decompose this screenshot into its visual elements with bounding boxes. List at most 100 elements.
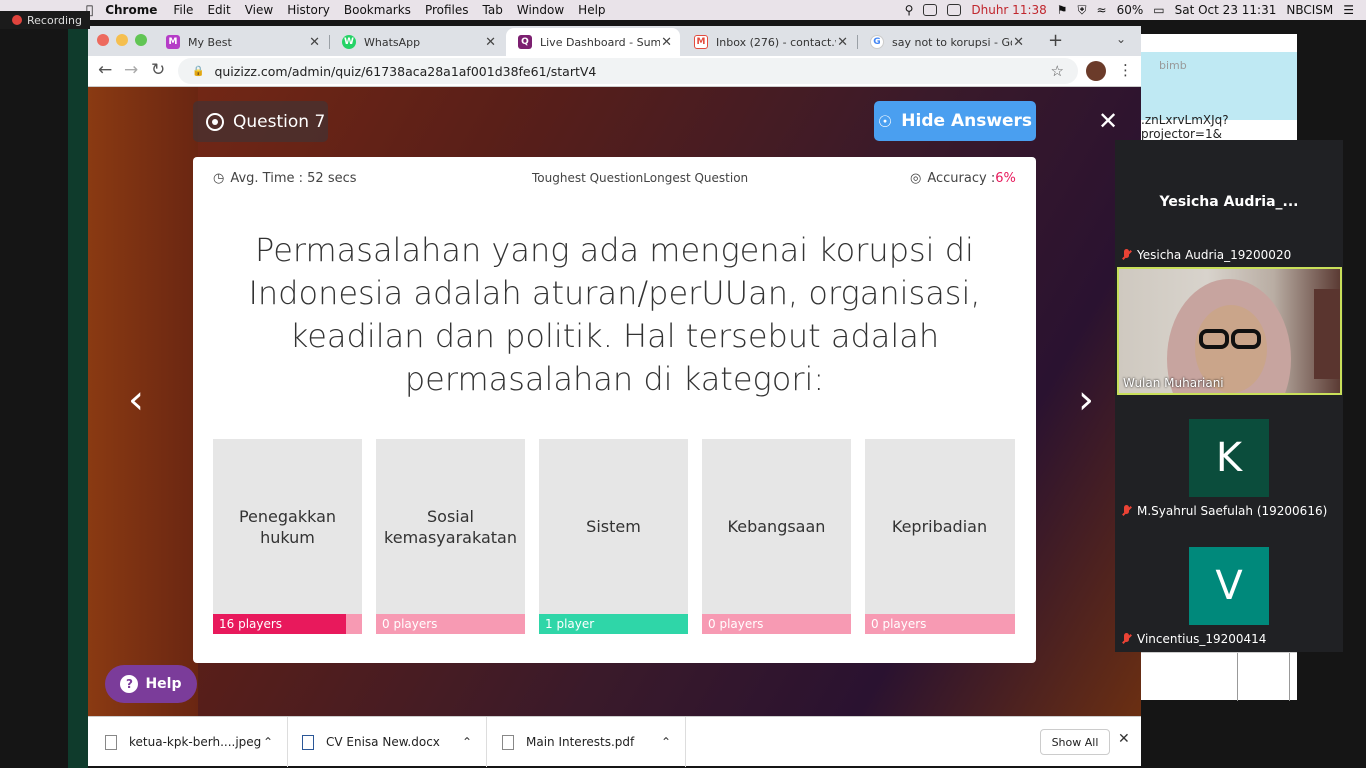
tab-close-icon[interactable]: ✕ — [1013, 35, 1024, 50]
google-favicon-icon: G — [870, 35, 884, 49]
quizizz-page: Question 7 ☉ Hide Answers ✕ ‹ › ◷ Avg. Tim… — [88, 87, 1141, 716]
battery-icon: ▭ — [1153, 3, 1165, 17]
back-icon[interactable]: ← — [98, 60, 112, 80]
bookmark-star-icon[interactable]: ☆ — [1051, 62, 1064, 80]
tab-close-icon[interactable]: ✕ — [837, 35, 848, 50]
menu-bookmarks[interactable]: Bookmarks — [344, 3, 411, 17]
zoom-window-button[interactable] — [135, 34, 147, 46]
close-icon[interactable]: ✕ — [1098, 107, 1118, 135]
chrome-window: M My Best ✕ W WhatsApp ✕ Q Live Dashboard - S… — [88, 26, 1141, 767]
tab-google-search[interactable]: Gsay not to korupsi - Goo ✕ — [858, 28, 1032, 56]
menu-edit[interactable]: Edit — [207, 3, 230, 17]
spotlight-icon[interactable]: ⚲ — [905, 3, 914, 17]
profile-avatar[interactable] — [1086, 61, 1106, 81]
clock[interactable]: Sat Oct 23 11:31 — [1175, 3, 1277, 17]
response-bar: 1 player — [539, 614, 688, 634]
avg-time: ◷ Avg. Time : 52 secs — [213, 171, 357, 186]
participant-avatar[interactable]: K — [1189, 419, 1269, 497]
chevron-up-icon[interactable]: ⌃ — [263, 735, 273, 749]
mic-off-icon — [1121, 249, 1131, 261]
help-button[interactable]: ? Help — [105, 665, 197, 703]
download-item[interactable]: ketua-kpk-berh....jpeg ⌃ — [88, 717, 288, 767]
menubar-status-area: ⚲ Dhuhr 11:38 ⚑ ⛨ ≈ 60% ▭ Sat Oct 23 11:… — [905, 0, 1354, 20]
tab-close-icon[interactable]: ✕ — [485, 35, 496, 50]
option-label: Sistem — [586, 517, 641, 536]
tab-favicon-icon: W — [342, 35, 356, 49]
chevron-up-icon[interactable]: ⌃ — [462, 735, 472, 749]
forward-icon[interactable]: → — [124, 60, 138, 80]
participant-name: Wulan Muhariani — [1123, 376, 1224, 390]
answer-option: Penegakkan hukum 16 players — [213, 439, 362, 634]
tab-title: Inbox (276) - contact.wu — [716, 35, 836, 49]
hide-answers-label: Hide Answers — [901, 111, 1033, 131]
downloads-bar: ketua-kpk-berh....jpeg ⌃ CV Enisa New.doc… — [88, 716, 1141, 767]
background-url-fragment: .znLxrvLmXJq?projector=1& — [1141, 113, 1229, 141]
answer-option: Sosial kemasyarakatan 0 players — [376, 439, 525, 634]
control-center-icon[interactable]: ☰ — [1343, 3, 1354, 17]
next-question-chevron-icon[interactable]: › — [1078, 377, 1094, 423]
lock-icon[interactable]: 🔒 — [192, 66, 204, 77]
tab-live-dashboard[interactable]: Q Live Dashboard - Summa✕ — [506, 28, 680, 56]
status-app-icon-2[interactable] — [947, 4, 962, 16]
user-menu[interactable]: NBCISM — [1286, 3, 1333, 17]
answer-option: Sistem 1 player — [539, 439, 688, 634]
menu-window[interactable]: Window — [517, 3, 564, 17]
participant-name: Vincentius_19200414 — [1137, 632, 1267, 646]
menu-view[interactable]: View — [245, 3, 273, 17]
menu-help[interactable]: Help — [578, 3, 605, 17]
reload-icon[interactable]: ↻ — [151, 60, 165, 80]
new-tab-button[interactable]: + — [1048, 30, 1063, 51]
close-downloads-icon[interactable]: ✕ — [1118, 731, 1130, 747]
background-window-bottom — [1141, 652, 1297, 701]
previous-question-chevron-icon[interactable]: ‹ — [128, 377, 144, 423]
accuracy-target-icon: ◎ — [910, 171, 922, 186]
response-bar: 0 players — [865, 614, 1015, 634]
menu-file[interactable]: File — [173, 3, 193, 17]
participant-label: M.Syahrul Saefulah (19200616) — [1121, 504, 1327, 518]
participant-video-tile[interactable]: Wulan Muhariani — [1117, 267, 1342, 395]
question-number: Question 7 — [233, 111, 326, 132]
battery-level[interactable]: 60% — [1117, 3, 1144, 17]
status-app-icon[interactable] — [923, 4, 938, 16]
mic-off-icon — [1121, 633, 1131, 645]
notification-icon[interactable]: ⚑ — [1057, 3, 1068, 17]
option-label: Kebangsaan — [727, 517, 826, 536]
download-name: Main Interests.pdf — [526, 735, 635, 749]
chevron-up-icon[interactable]: ⌃ — [661, 735, 671, 749]
tab-title: say not to korupsi - Goo — [892, 35, 1012, 49]
tab-close-icon[interactable]: ✕ — [309, 35, 320, 50]
tab-search-chevron-icon[interactable]: ⌄ — [1116, 32, 1126, 46]
shield-icon[interactable]: ⛨ — [1078, 3, 1087, 18]
tab-inbox[interactable]: M Inbox (276) - contact.wu✕ — [682, 28, 856, 56]
participant-avatar[interactable]: V — [1189, 547, 1269, 625]
menu-history[interactable]: History — [287, 3, 330, 17]
meet-participants-panel: Yesicha Audria_... Yesicha Audria_192000… — [1115, 140, 1343, 652]
address-bar[interactable]: 🔒 quizizz.com/admin/quiz/61738aca28a1af0… — [178, 58, 1078, 84]
show-all-button[interactable]: Show All — [1040, 729, 1110, 755]
accuracy-label: Accuracy : — [927, 171, 996, 186]
avg-time-text: Avg. Time : 52 secs — [230, 171, 357, 186]
tab-favicon-icon: M — [166, 35, 180, 49]
question-tags: Toughest QuestionLongest Question — [532, 171, 749, 185]
pdf-file-icon — [502, 734, 514, 750]
tab-whatsapp[interactable]: W WhatsApp ✕ — [330, 28, 504, 56]
wifi-icon[interactable]: ≈ — [1097, 3, 1107, 17]
menu-tab[interactable]: Tab — [483, 3, 503, 17]
download-item[interactable]: CV Enisa New.docx ⌃ — [288, 717, 487, 767]
accuracy-value: 6% — [995, 171, 1016, 186]
download-item[interactable]: Main Interests.pdf ⌃ — [487, 717, 686, 767]
close-window-button[interactable] — [97, 34, 109, 46]
participant-label: Vincentius_19200414 — [1121, 632, 1266, 646]
response-count: 0 players — [871, 617, 927, 631]
menu-profiles[interactable]: Profiles — [425, 3, 469, 17]
app-menu-chrome[interactable]: Chrome — [105, 3, 157, 17]
kebab-menu-icon[interactable]: ⋮ — [1118, 61, 1133, 79]
download-name: CV Enisa New.docx — [326, 735, 440, 749]
minimize-window-button[interactable] — [116, 34, 128, 46]
tab-close-icon[interactable]: ✕ — [661, 35, 672, 50]
question-number-pill: Question 7 — [193, 101, 328, 142]
hide-answers-button[interactable]: ☉ Hide Answers — [874, 101, 1036, 141]
url-text[interactable]: quizizz.com/admin/quiz/61738aca28a1af001… — [214, 64, 596, 79]
tab-my-best[interactable]: M My Best ✕ — [154, 28, 328, 56]
prayer-time[interactable]: Dhuhr 11:38 — [971, 3, 1046, 17]
